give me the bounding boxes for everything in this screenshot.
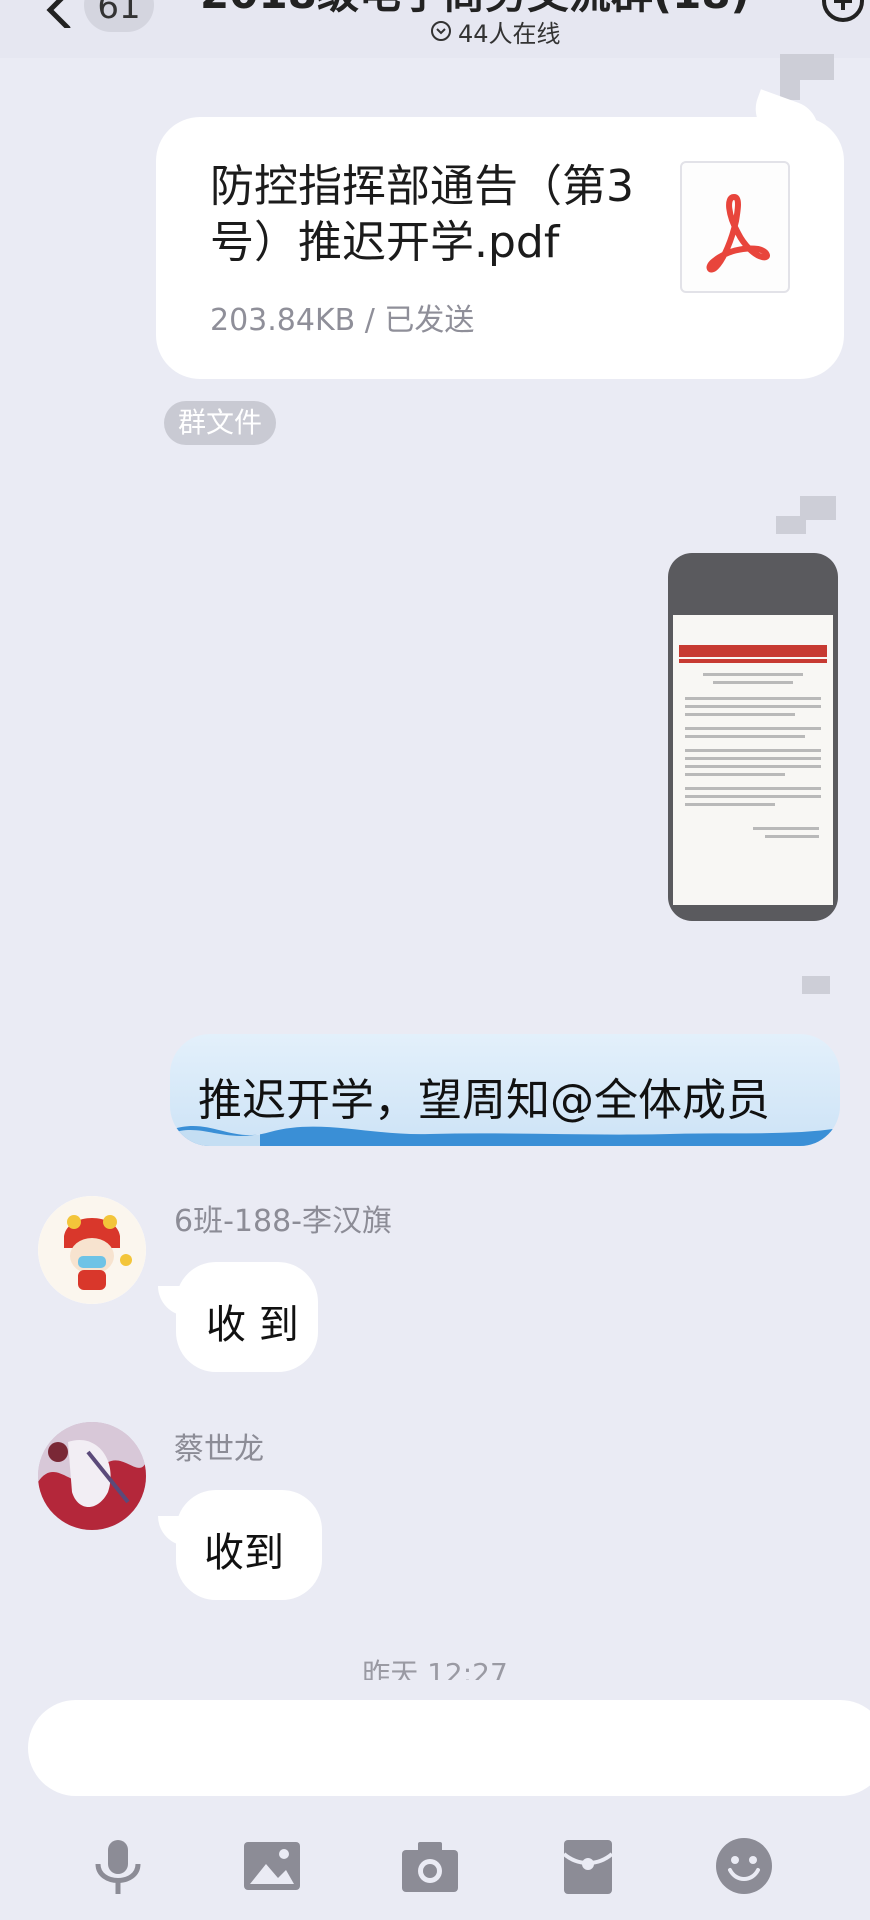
wave-bubble-decoration xyxy=(170,1125,840,1146)
document-red-header xyxy=(679,645,827,657)
message-input[interactable] xyxy=(28,1700,870,1796)
back-arrow-icon[interactable] xyxy=(40,0,80,28)
online-chevron-icon xyxy=(431,21,451,41)
own-avatar-blurred xyxy=(802,976,830,994)
camera-icon[interactable] xyxy=(400,1836,460,1896)
pdf-file-icon xyxy=(680,161,790,293)
image-icon[interactable] xyxy=(242,1836,302,1896)
sender-name: 6班-188-李汉旗 xyxy=(174,1204,392,1239)
avatar-caishilong[interactable] xyxy=(38,1422,146,1530)
red-packet-icon[interactable] xyxy=(558,1836,618,1896)
group-settings-icon[interactable] xyxy=(820,0,866,24)
microphone-icon[interactable] xyxy=(88,1836,148,1896)
reply-bubble[interactable]: 收 到 xyxy=(176,1262,318,1372)
image-message[interactable] xyxy=(668,553,838,921)
group-title[interactable]: 2018级电子商务交流群(18) xyxy=(200,0,780,14)
reply-bubble[interactable]: 收到 xyxy=(176,1490,322,1600)
acrobat-icon xyxy=(706,194,770,273)
file-name: 防控指挥部通告（第3号）推迟开学.pdf xyxy=(210,161,634,268)
online-status[interactable]: 44人在线 xyxy=(430,16,561,48)
online-count: 44人在线 xyxy=(458,19,561,48)
chat-header: 61 2018级电子商务交流群(18) 44人在线 xyxy=(0,0,870,58)
reply-text: 收到 xyxy=(204,1530,284,1576)
unread-count: 61 xyxy=(97,0,141,27)
reply-text: 收 到 xyxy=(206,1302,299,1348)
emoji-icon[interactable] xyxy=(714,1836,774,1896)
unread-badge[interactable]: 61 xyxy=(84,0,154,32)
avatar-lihanqi[interactable] xyxy=(38,1196,146,1304)
document-red-rule xyxy=(679,659,827,663)
own-avatar-blurred-fragment xyxy=(776,516,806,534)
composer-bar xyxy=(0,1680,870,1920)
sender-name: 蔡世龙 xyxy=(174,1432,264,1467)
file-meta: 203.84KB / 已发送 xyxy=(210,303,475,338)
own-avatar-blurred xyxy=(780,54,834,80)
document-photo xyxy=(673,615,833,905)
announcement-message[interactable]: 推迟开学，望周知@全体成员 xyxy=(170,1034,840,1146)
lion-dance-avatar-icon xyxy=(38,1196,146,1304)
anime-avatar-icon xyxy=(38,1422,146,1530)
file-message[interactable]: 防控指挥部通告（第3号）推迟开学.pdf 203.84KB / 已发送 xyxy=(156,117,844,379)
group-file-tag[interactable]: 群文件 xyxy=(164,401,277,445)
